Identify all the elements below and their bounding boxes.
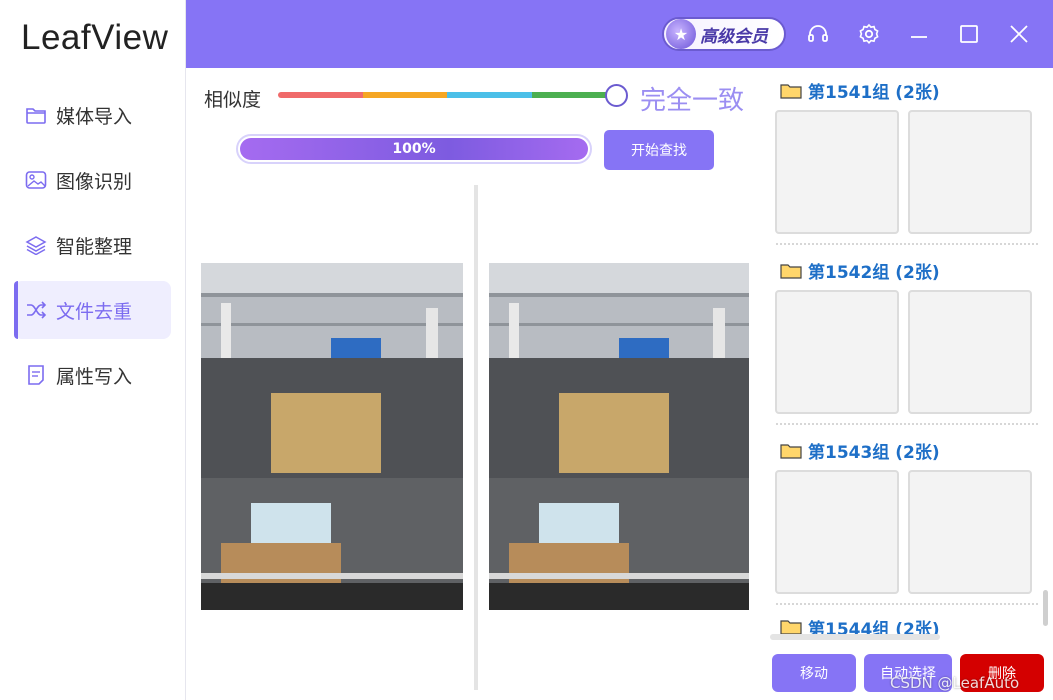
group-thumbnail[interactable]	[775, 470, 899, 594]
group-title[interactable]: 第1542组 (2张)	[780, 258, 940, 283]
group-title-text: 第1542组 (2张)	[808, 263, 940, 283]
minimize-icon[interactable]	[904, 19, 934, 49]
sidebar-item-label: 智能整理	[56, 235, 133, 258]
preview-image-left[interactable]	[201, 263, 463, 610]
document-icon	[24, 363, 48, 387]
group-title[interactable]: 第1541组 (2张)	[780, 78, 940, 103]
folder-icon	[780, 263, 802, 279]
group-title-text: 第1541组 (2张)	[808, 83, 940, 103]
group-thumbnail[interactable]	[908, 110, 1032, 234]
slider-segment	[447, 92, 532, 98]
progress-bar: 100%	[236, 134, 592, 164]
gear-icon[interactable]	[854, 19, 884, 49]
folder-icon	[780, 620, 802, 635]
folder-icon	[780, 83, 802, 99]
sidebar-item-label: 媒体导入	[56, 105, 133, 128]
progress-fill: 100%	[240, 138, 588, 160]
slider-segment	[362, 92, 447, 98]
group-thumbnail[interactable]	[775, 110, 899, 234]
group-thumbnail[interactable]	[908, 290, 1032, 414]
preview-divider[interactable]	[474, 185, 478, 690]
sidebar-item-smart-organize[interactable]: 智能整理	[14, 216, 171, 274]
folder-icon	[24, 103, 48, 127]
similarity-label: 相似度	[204, 89, 262, 111]
sidebar-item-dedupe[interactable]: 文件去重	[14, 281, 171, 339]
similarity-slider-track[interactable]	[278, 92, 616, 98]
sidebar-item-label: 图像识别	[56, 170, 133, 193]
sidebar-item-label: 属性写入	[56, 365, 133, 388]
similarity-value: 完全一致	[640, 86, 745, 116]
group-title-text: 第1543组 (2张)	[808, 443, 940, 463]
sidebar-item-image-recognition[interactable]: 图像识别	[14, 151, 171, 209]
title-bar: ★ 高级会员	[186, 0, 1053, 68]
horizontal-scrollbar[interactable]	[770, 634, 940, 640]
move-button[interactable]: 移动	[772, 654, 856, 692]
maximize-icon[interactable]	[954, 19, 984, 49]
sidebar-item-media-import[interactable]: 媒体导入	[14, 86, 171, 144]
layers-icon	[24, 233, 48, 257]
sidebar-item-label: 文件去重	[56, 300, 133, 323]
start-search-button[interactable]: 开始查找	[604, 130, 714, 170]
folder-icon	[780, 443, 802, 459]
sidebar-item-attribute-write[interactable]: 属性写入	[14, 346, 171, 404]
watermark: CSDN @LeafAuto	[890, 674, 1020, 692]
app-logo: LeafView	[21, 18, 169, 57]
sidebar: LeafView 媒体导入 图像识别 智能整理 文件去重 属性写入	[0, 0, 186, 700]
vip-badge-button[interactable]: ★ 高级会员	[662, 17, 786, 51]
shuffle-icon	[24, 298, 48, 322]
group-separator	[776, 423, 1038, 425]
vertical-scrollbar[interactable]	[1043, 590, 1048, 626]
vip-label: 高级会员	[700, 26, 768, 47]
similarity-slider-thumb[interactable]	[605, 84, 628, 107]
headset-icon[interactable]	[803, 19, 833, 49]
image-icon	[24, 168, 48, 192]
group-separator	[776, 243, 1038, 245]
group-list-panel[interactable]: 第1541组 (2张) 第1542组 (2张) 第1543组 (2张) 第154…	[766, 68, 1053, 700]
progress-text: 100%	[392, 141, 436, 157]
crown-icon: ★	[666, 19, 696, 49]
slider-segment	[278, 92, 363, 98]
slider-segment	[531, 92, 616, 98]
group-separator	[776, 603, 1038, 605]
preview-image-right[interactable]	[489, 263, 749, 610]
group-thumbnail[interactable]	[908, 470, 1032, 594]
group-thumbnail[interactable]	[775, 290, 899, 414]
close-icon[interactable]	[1004, 19, 1034, 49]
group-title[interactable]: 第1543组 (2张)	[780, 438, 940, 463]
